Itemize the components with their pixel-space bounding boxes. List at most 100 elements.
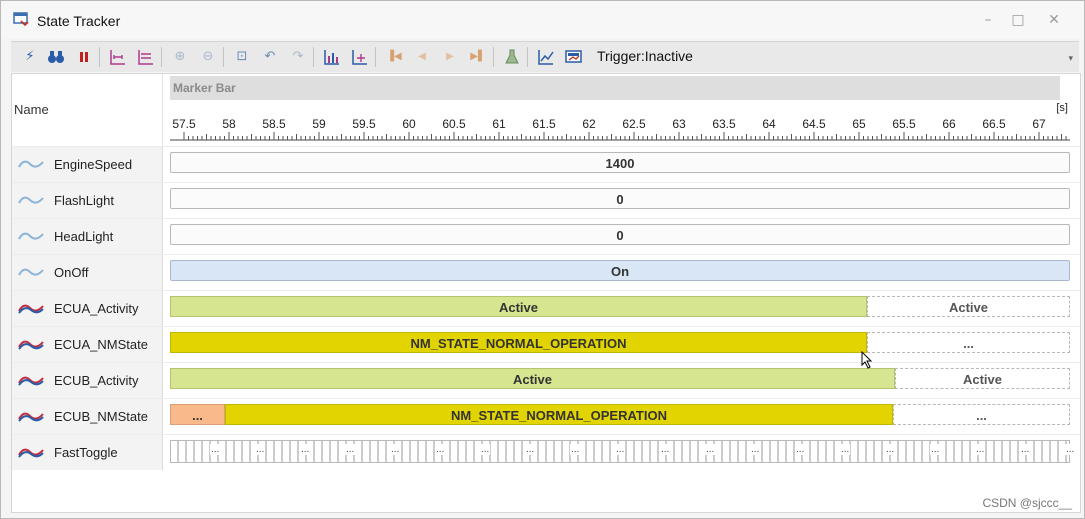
- axis-tick-label: 64: [762, 117, 776, 131]
- name-column-header: Name: [12, 74, 163, 146]
- signal-value-segment[interactable]: Active: [867, 296, 1070, 317]
- axis-tick-label: 57.5: [172, 117, 196, 131]
- fast-toggle-ellipsis: ...: [705, 444, 716, 455]
- name-column-label: Name: [14, 102, 49, 117]
- signal-name-cell[interactable]: FlashLight: [12, 183, 163, 218]
- signal-value-segment[interactable]: ...: [867, 332, 1070, 353]
- signal-name-label: OnOff: [54, 265, 89, 280]
- signal-value-segment[interactable]: ...: [893, 404, 1070, 425]
- signal-value-segment[interactable]: On: [170, 260, 1070, 281]
- zoom-in-icon[interactable]: ⊕: [171, 48, 189, 66]
- axis-tick-label: 62: [582, 117, 596, 131]
- signal-row[interactable]: ECUB_NMState... NM_STATE_NORMAL_OPERATION…: [12, 398, 1080, 434]
- toolbar-separator: [375, 47, 376, 67]
- fit-view-icon[interactable]: [109, 48, 127, 66]
- toolbar: ⚡ ⊕ ⊖ ⊡ ↶ ↷ ▐◀ ◀ ▶ ▶▌ Trigger:Inactive ▾: [11, 41, 1079, 72]
- signal-value-segment[interactable]: 1400: [170, 152, 1070, 173]
- fit-all-icon[interactable]: [137, 48, 155, 66]
- signal-value-segment[interactable]: NM_STATE_NORMAL_OPERATION: [225, 404, 893, 425]
- signal-row[interactable]: HeadLight 0: [12, 218, 1080, 254]
- close-button[interactable]: ✕: [1042, 10, 1066, 30]
- chart-add-icon[interactable]: [351, 48, 369, 66]
- axis-tick-label: 59.5: [352, 117, 376, 131]
- fast-toggle-ellipsis: ...: [750, 444, 761, 455]
- prev-marker-icon[interactable]: ◀: [413, 48, 431, 66]
- minimize-button[interactable]: –: [976, 10, 1000, 30]
- signal-row[interactable]: ECUA_Activity Active Active: [12, 290, 1080, 326]
- toolbar-separator: [527, 47, 528, 67]
- undo-icon[interactable]: ↶: [261, 48, 279, 66]
- fast-toggle-ellipsis: ...: [975, 444, 986, 455]
- signal-name-label: EngineSpeed: [54, 157, 133, 172]
- signal-name-cell[interactable]: ECUB_NMState: [12, 399, 163, 434]
- signal-name-cell[interactable]: HeadLight: [12, 219, 163, 254]
- watermark: CSDN @sjccc__: [982, 496, 1072, 510]
- toolbar-separator: [313, 47, 314, 67]
- axis-tick-label: 63.5: [712, 117, 736, 131]
- axis-tick-label: 65: [852, 117, 866, 131]
- monitor-icon[interactable]: [565, 48, 583, 66]
- axis-tick-label: 60: [402, 117, 416, 131]
- chart-icon[interactable]: [323, 48, 341, 66]
- signal-name-cell[interactable]: FastToggle: [12, 435, 163, 470]
- signal-name-cell[interactable]: ECUB_Activity: [12, 363, 163, 398]
- signal-name-label: ECUB_Activity: [54, 373, 139, 388]
- flash-icon[interactable]: ⚡: [21, 48, 39, 66]
- signal-value-segment[interactable]: 0: [170, 224, 1070, 245]
- signal-row[interactable]: FastToggle..............................…: [12, 434, 1080, 470]
- signal-row[interactable]: OnOff On: [12, 254, 1080, 290]
- marker-bar-label: Marker Bar: [173, 81, 236, 95]
- time-axis[interactable]: [s] 57.5 58 58.5 59 59.5 60 60.5 61 61.5 62 62.5 63…: [170, 100, 1070, 146]
- signal-row[interactable]: ECUA_NMState NM_STATE_NORMAL_OPERATION...: [12, 326, 1080, 362]
- fast-toggle-ellipsis: ...: [210, 444, 221, 455]
- marker-bar[interactable]: Marker Bar: [170, 76, 1060, 100]
- analog-wave-icon: [18, 196, 44, 204]
- signal-name-cell[interactable]: ECUA_NMState: [12, 327, 163, 362]
- digital-wave-icon: [18, 376, 44, 386]
- redo-icon[interactable]: ↷: [289, 48, 307, 66]
- fast-toggle-ellipsis: ...: [660, 444, 671, 455]
- last-marker-icon[interactable]: ▶▌: [469, 48, 487, 66]
- signal-value-segment[interactable]: 0: [170, 188, 1070, 209]
- fast-toggle-ellipsis: ...: [390, 444, 401, 455]
- signal-name-cell[interactable]: OnOff: [12, 255, 163, 290]
- signal-row[interactable]: ECUB_Activity Active Active: [12, 362, 1080, 398]
- axis-tick-label: 63: [672, 117, 686, 131]
- digital-wave-icon: [18, 304, 44, 314]
- fast-toggle-track[interactable]: ........................................…: [170, 440, 1076, 463]
- fast-toggle-ellipsis: ...: [525, 444, 536, 455]
- fast-toggle-ellipsis: ...: [255, 444, 266, 455]
- fast-toggle-ellipsis: ...: [300, 444, 311, 455]
- signal-row[interactable]: EngineSpeed 1400: [12, 146, 1080, 182]
- maximize-button[interactable]: □: [1006, 10, 1030, 30]
- analog-wave-icon: [18, 232, 44, 240]
- signal-name-label: ECUA_NMState: [54, 337, 148, 352]
- fast-toggle-ellipsis: ...: [480, 444, 491, 455]
- flask-icon[interactable]: [503, 48, 521, 66]
- fast-toggle-ellipsis: ...: [1065, 444, 1076, 455]
- signal-value-segment[interactable]: Active: [170, 296, 867, 317]
- next-marker-icon[interactable]: ▶: [441, 48, 459, 66]
- signal-name-cell[interactable]: ECUA_Activity: [12, 291, 163, 326]
- toolbar-overflow-icon[interactable]: ▾: [1068, 54, 1073, 64]
- toolbar-separator: [161, 47, 162, 67]
- binoculars-icon[interactable]: [47, 48, 65, 66]
- signal-value-segment[interactable]: Active: [895, 368, 1070, 389]
- trigger-status: Trigger:Inactive: [597, 48, 693, 64]
- analog-wave-icon: [18, 268, 44, 276]
- signal-name-label: FlashLight: [54, 193, 114, 208]
- first-marker-icon[interactable]: ▐◀: [385, 48, 403, 66]
- zoom-area-icon[interactable]: ⊡: [233, 48, 251, 66]
- signal-name-cell[interactable]: EngineSpeed: [12, 147, 163, 182]
- signal-value-segment[interactable]: Active: [170, 368, 895, 389]
- zoom-out-icon[interactable]: ⊖: [199, 48, 217, 66]
- signal-value-segment[interactable]: ...: [170, 404, 225, 425]
- signal-row[interactable]: FlashLight 0: [12, 182, 1080, 218]
- axis-tick-label: 66: [942, 117, 956, 131]
- line-chart-icon[interactable]: [537, 48, 555, 66]
- window-title: State Tracker: [37, 13, 121, 29]
- fast-toggle-ellipsis: ...: [885, 444, 896, 455]
- signal-value-segment[interactable]: NM_STATE_NORMAL_OPERATION: [170, 332, 867, 353]
- digital-wave-icon: [18, 340, 44, 350]
- pause-icon[interactable]: [75, 48, 93, 66]
